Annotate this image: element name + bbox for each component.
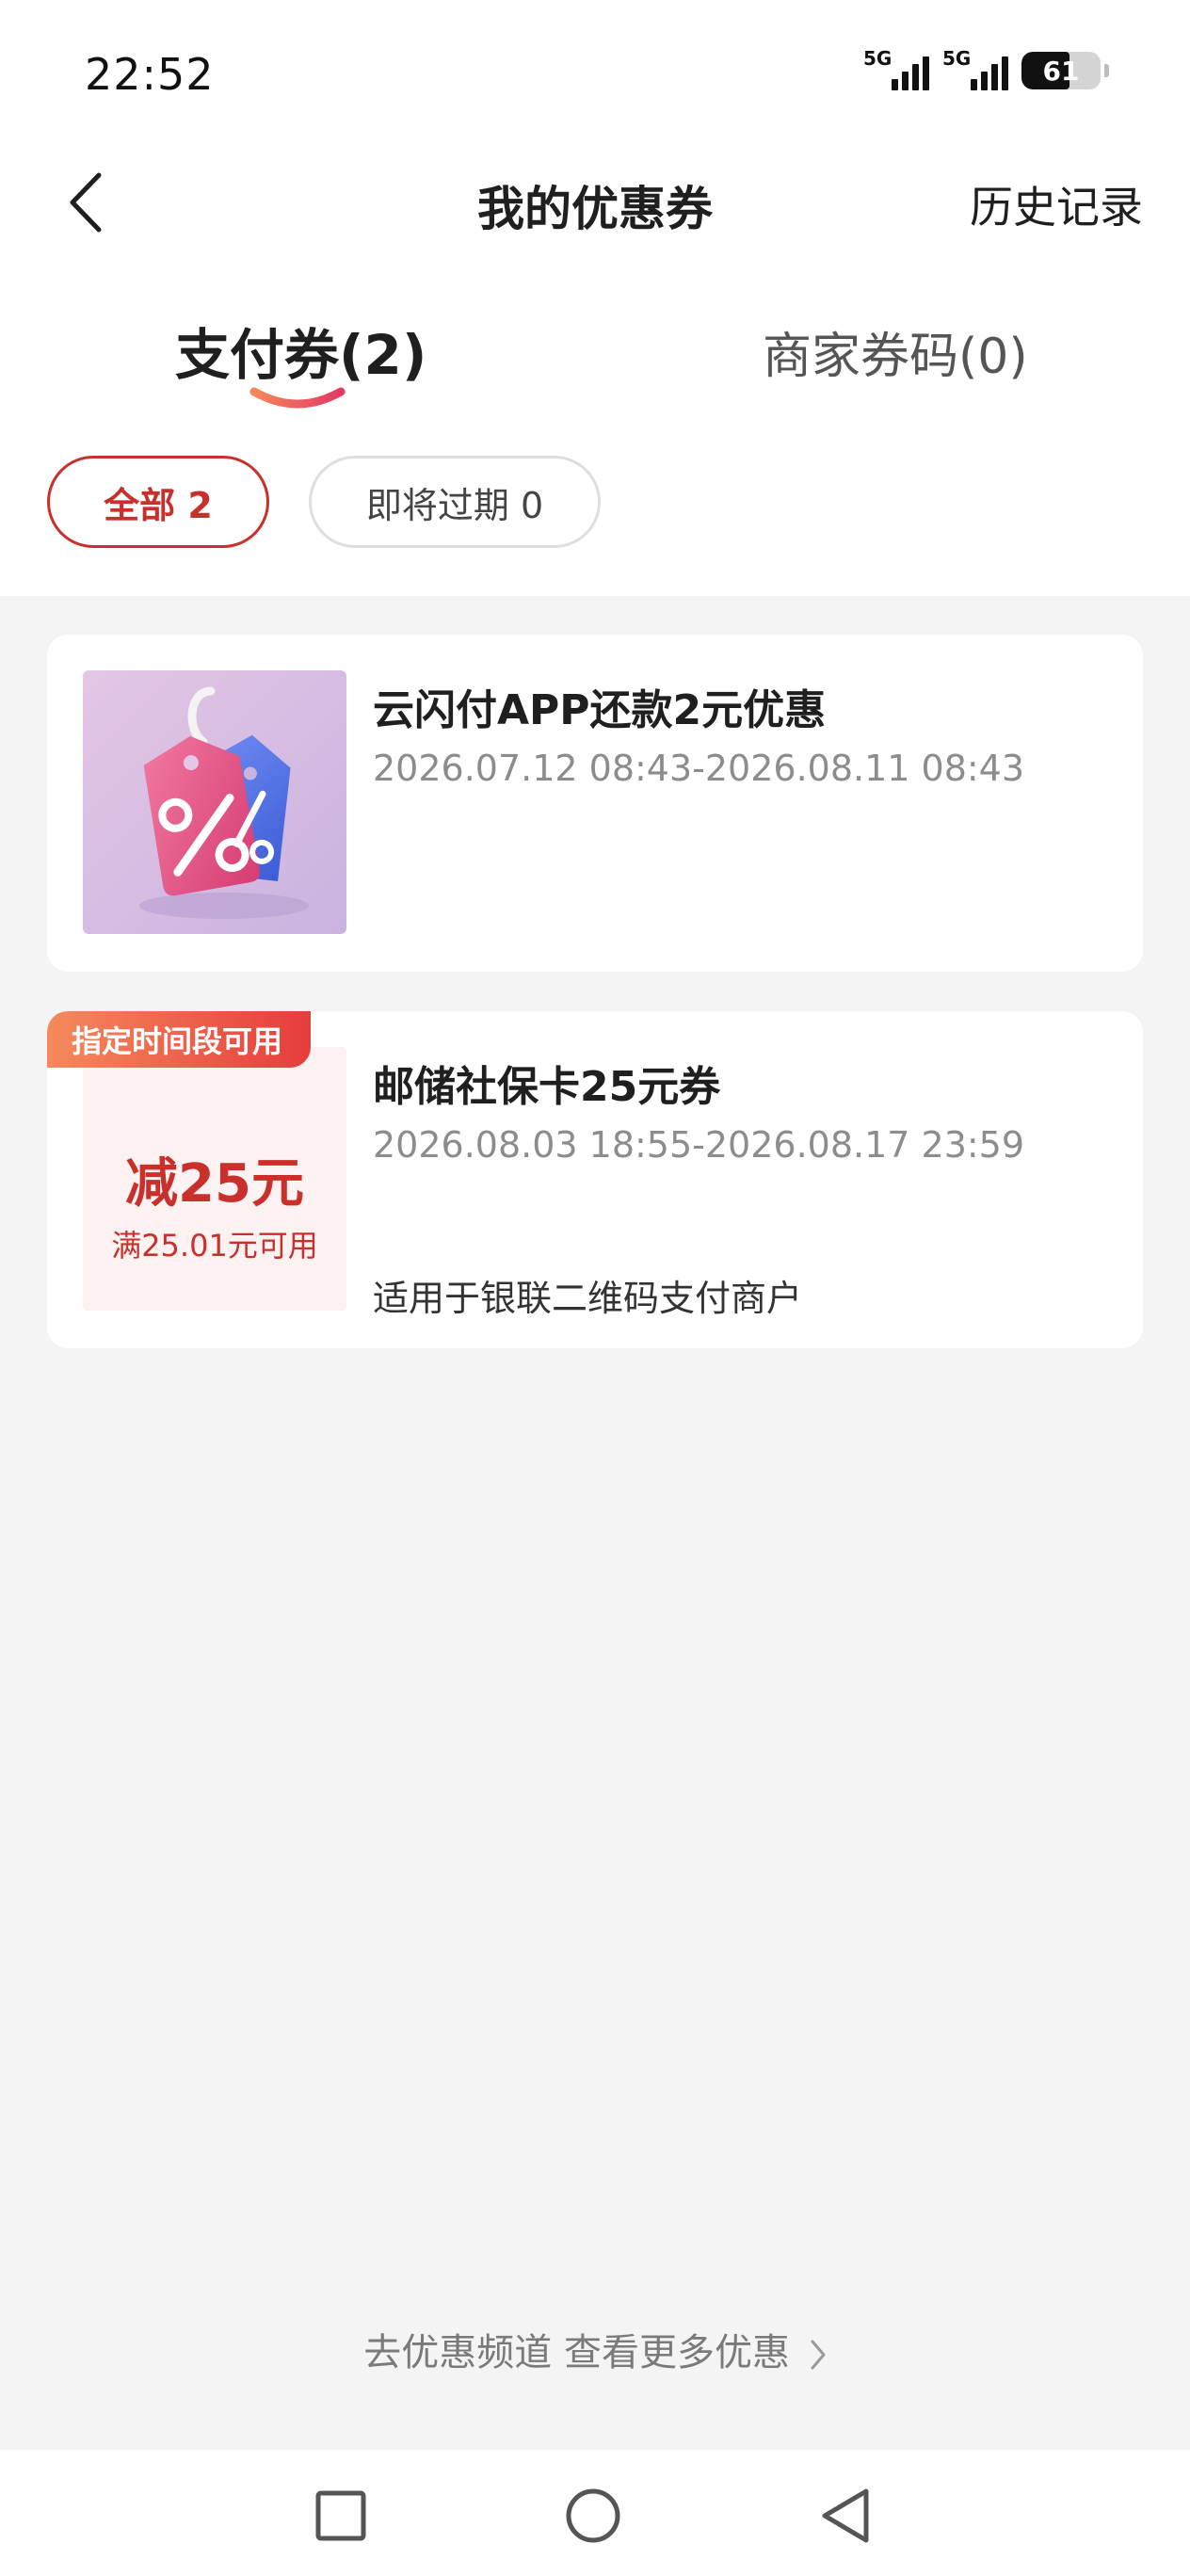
circle-icon	[566, 2488, 620, 2543]
coupon-title: 邮储社保卡25元券	[373, 1063, 721, 1111]
status-time: 22:52	[85, 49, 215, 100]
tab-pay-coupons[interactable]: 支付券(2)	[175, 311, 426, 390]
coupon-usage-note: 适用于银联二维码支付商户	[373, 1278, 803, 1319]
back-nav-button[interactable]	[808, 2478, 883, 2553]
chevron-right-icon	[811, 2340, 826, 2370]
recent-apps-button[interactable]	[303, 2478, 378, 2553]
coupon-validity: 2026.07.12 08:43-2026.08.11 08:43	[373, 748, 1025, 789]
battery-nub	[1104, 64, 1109, 77]
network-type-2: 5G	[942, 47, 972, 70]
battery-level: 61	[1042, 55, 1080, 87]
signal-icon: 5G	[942, 47, 1008, 90]
tab-merchant-codes[interactable]: 商家券码(0)	[763, 316, 1028, 387]
price-tags-icon	[83, 670, 346, 934]
page-header: 我的优惠券 历史记录	[0, 151, 1190, 254]
coupon-validity: 2026.08.03 18:55-2026.08.17 23:59	[373, 1124, 1025, 1166]
system-nav-bar	[0, 2450, 1190, 2576]
more-offers-label: 去优惠频道 查看更多优惠	[363, 2331, 790, 2375]
status-bar: 22:52 5G 5G 61	[0, 0, 1190, 141]
coupon-image	[83, 670, 346, 934]
coupon-card[interactable]: 减25元 满25.01元可用 指定时间段可用 邮储社保卡25元券 2026.08…	[47, 1011, 1143, 1348]
coupon-card[interactable]: 云闪付APP还款2元优惠 2026.07.12 08:43-2026.08.11…	[47, 635, 1143, 972]
coupon-tabs: 支付券(2) 商家券码(0)	[0, 311, 1190, 414]
tab-active-indicator	[249, 387, 346, 409]
signal-icon: 5G	[863, 47, 929, 90]
battery-icon: 61	[1021, 52, 1101, 89]
status-indicators: 5G 5G 61	[863, 47, 1109, 90]
filter-chips: 全部 2 即将过期 0	[0, 456, 1190, 554]
home-button[interactable]	[555, 2478, 631, 2553]
filter-expiring-chip[interactable]: 即将过期 0	[309, 456, 601, 548]
coupon-amount: 减25元	[125, 1153, 304, 1215]
square-icon	[315, 2490, 366, 2541]
triangle-back-icon	[822, 2488, 869, 2543]
coupon-title: 云闪付APP还款2元优惠	[373, 686, 827, 734]
more-offers-link[interactable]: 去优惠频道 查看更多优惠	[0, 2322, 1190, 2376]
filter-all-chip[interactable]: 全部 2	[47, 456, 269, 548]
time-limited-badge: 指定时间段可用	[47, 1011, 312, 1068]
coupon-discount-box: 减25元 满25.01元可用	[83, 1047, 346, 1311]
network-type-1: 5G	[863, 47, 892, 70]
coupon-condition: 满25.01元可用	[111, 1228, 318, 1264]
history-button[interactable]: 历史记录	[970, 173, 1143, 235]
